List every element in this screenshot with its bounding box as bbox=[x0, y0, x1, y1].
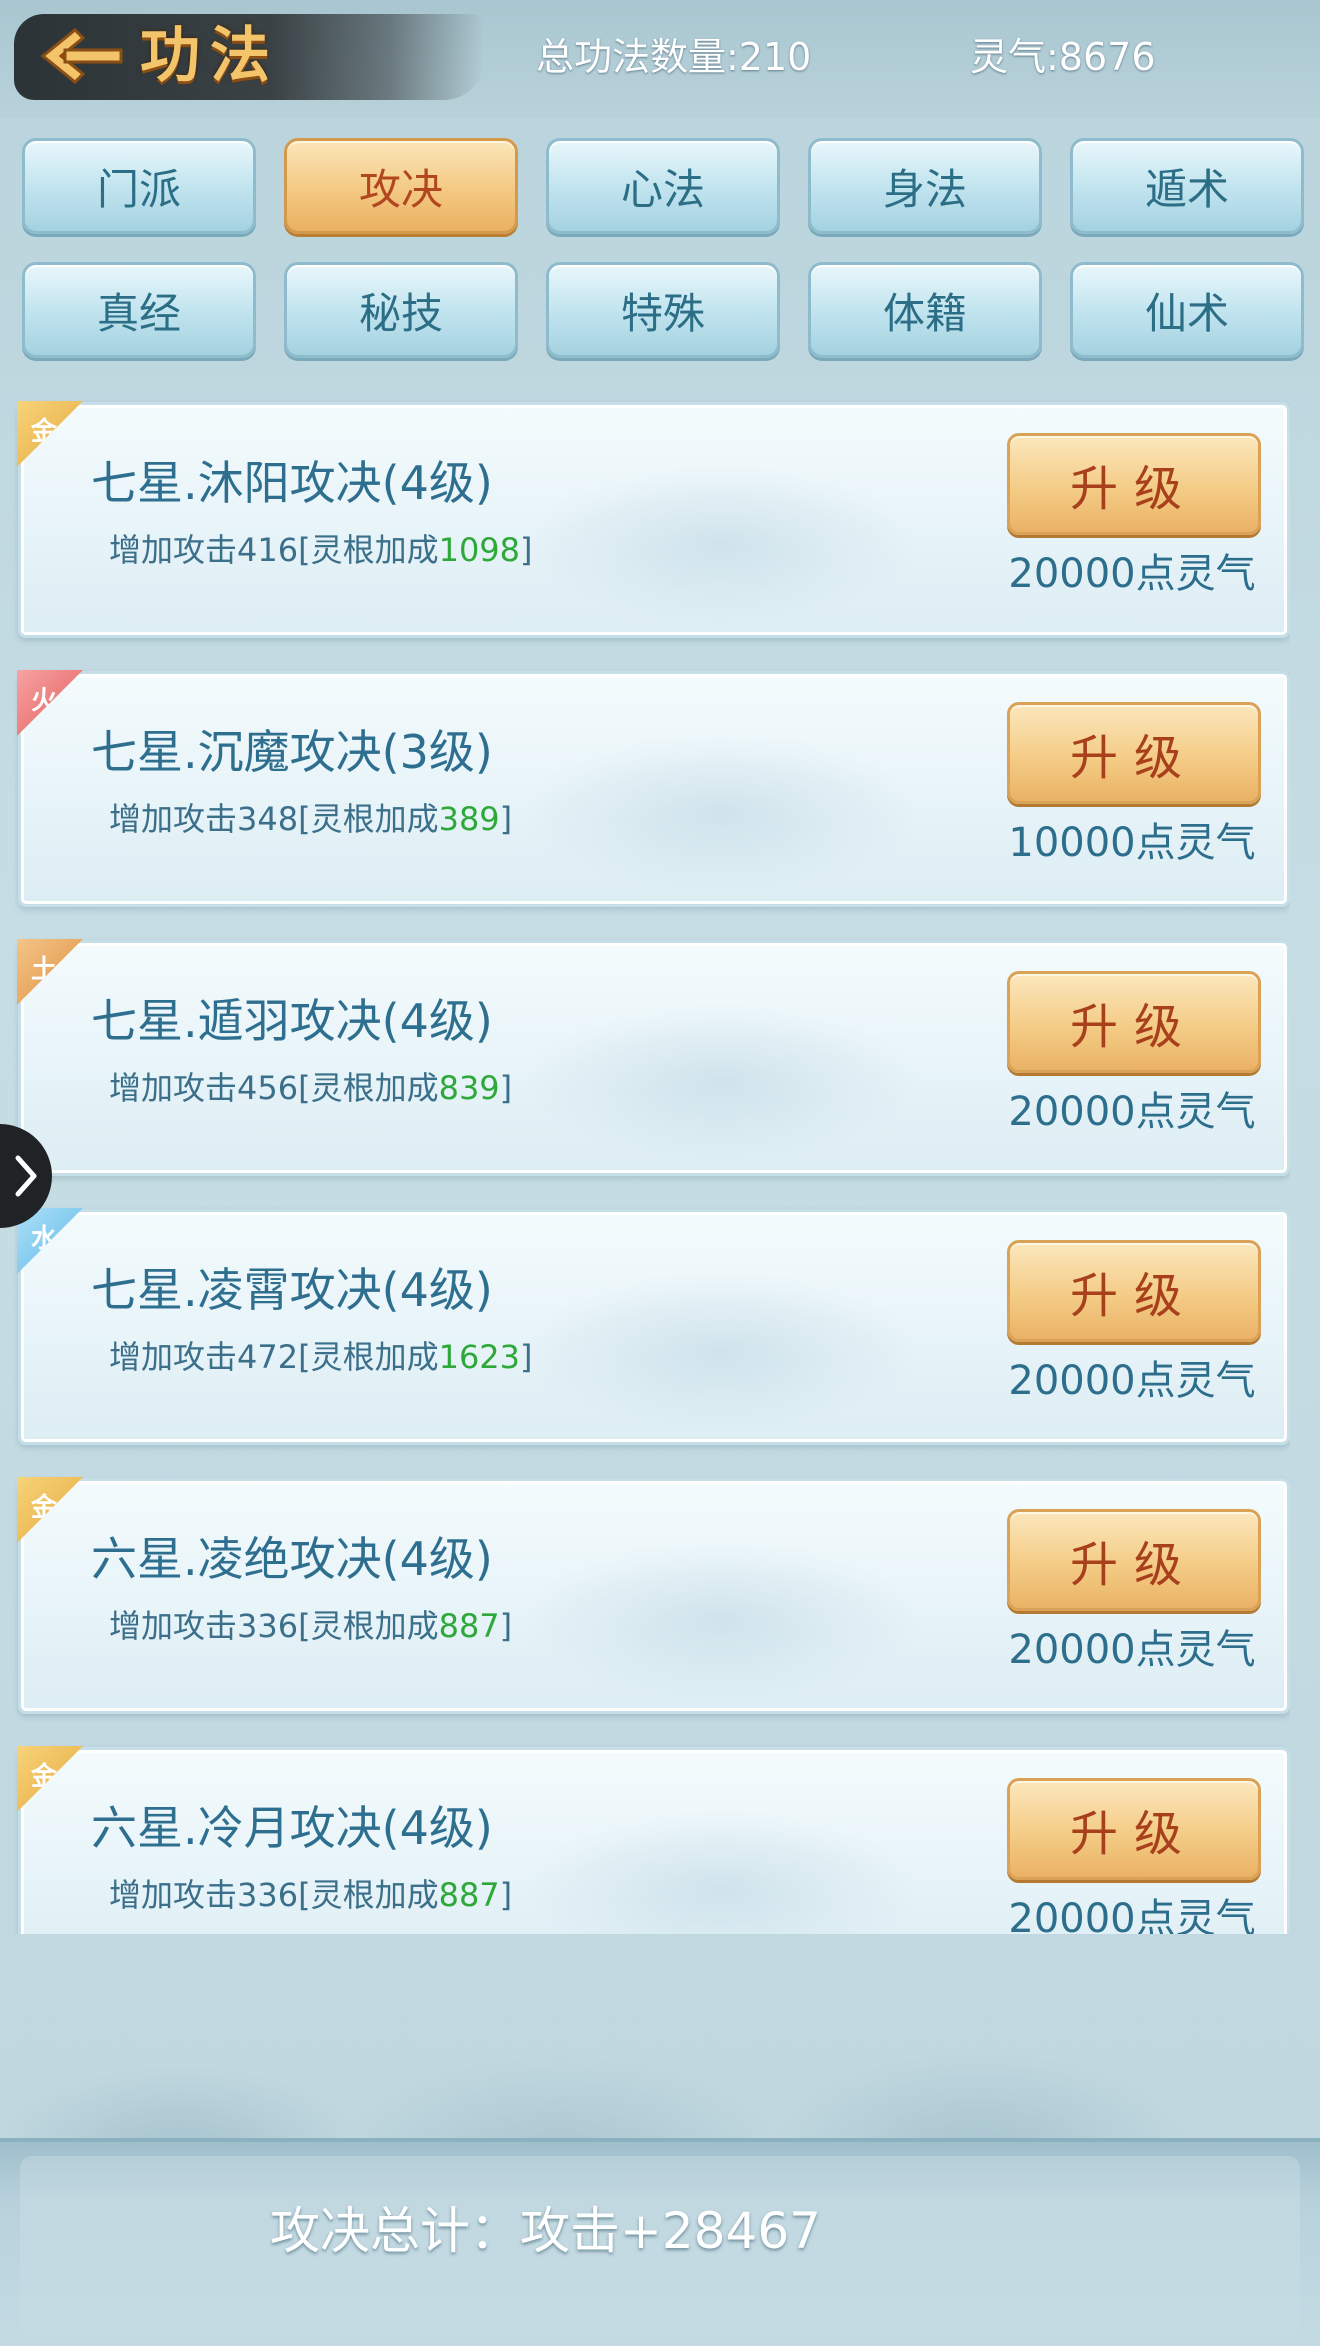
skill-card: 金 六星.冷月攻决(4级) 增加攻击336[灵根加成887] 升级 20000点… bbox=[17, 1746, 1290, 1934]
skill-name: 七星.遁羽攻决(4级) bbox=[91, 994, 493, 1048]
tab-menpai[interactable]: 门派 bbox=[22, 138, 256, 234]
desc-text: 增加攻击336[灵根加成 bbox=[109, 1876, 439, 1914]
desc-text: 增加攻击416[灵根加成 bbox=[109, 531, 439, 569]
desc-suffix: ] bbox=[499, 1069, 513, 1107]
upgrade-cost: 20000点灵气 bbox=[1008, 1627, 1256, 1673]
element-label: 水 bbox=[31, 1224, 58, 1254]
upgrade-cost: 20000点灵气 bbox=[1008, 1089, 1256, 1135]
element-badge: 火 bbox=[17, 670, 83, 736]
upgrade-cost: 20000点灵气 bbox=[1008, 1358, 1256, 1404]
desc-suffix: ] bbox=[499, 800, 513, 838]
tab-teshu[interactable]: 特殊 bbox=[546, 262, 780, 358]
card-mist bbox=[521, 465, 921, 625]
skill-card: 金 六星.凌绝攻决(4级) 增加攻击336[灵根加成887] 升级 20000点… bbox=[17, 1477, 1290, 1714]
tab-miji[interactable]: 秘技 bbox=[284, 262, 518, 358]
element-label: 金 bbox=[31, 1493, 58, 1523]
back-button[interactable] bbox=[30, 20, 130, 92]
skill-card: 土 七星.遁羽攻决(4级) 增加攻击456[灵根加成839] 升级 20000点… bbox=[17, 939, 1290, 1176]
upgrade-button[interactable]: 升级 bbox=[1007, 433, 1261, 535]
desc-suffix: ] bbox=[520, 531, 533, 569]
card-mist bbox=[521, 1810, 921, 1934]
upgrade-button[interactable]: 升级 bbox=[1007, 1240, 1261, 1342]
element-badge: 金 bbox=[17, 1477, 83, 1543]
desc-suffix: ] bbox=[499, 1876, 513, 1914]
element-badge: 金 bbox=[17, 401, 83, 467]
element-badge: 金 bbox=[17, 1746, 83, 1812]
upgrade-button[interactable]: 升级 bbox=[1007, 1778, 1261, 1880]
tab-tiji[interactable]: 体籍 bbox=[808, 262, 1042, 358]
bonus-value: 389 bbox=[438, 800, 500, 838]
skill-desc: 增加攻击348[灵根加成389] bbox=[109, 794, 512, 840]
desc-text: 增加攻击456[灵根加成 bbox=[109, 1069, 439, 1107]
skill-desc: 增加攻击456[灵根加成839] bbox=[109, 1063, 512, 1109]
skill-name: 七星.凌霄攻决(4级) bbox=[91, 1263, 493, 1317]
tab-zhenjing[interactable]: 真经 bbox=[22, 262, 256, 358]
skill-name: 七星.沉魔攻决(3级) bbox=[91, 725, 493, 779]
chevron-right-icon bbox=[15, 1155, 37, 1197]
tab-shenfa[interactable]: 身法 bbox=[808, 138, 1042, 234]
upgrade-cost: 20000点灵气 bbox=[1008, 1896, 1256, 1934]
skill-card: 水 七星.凌霄攻决(4级) 增加攻击472[灵根加成1623] 升级 20000… bbox=[17, 1208, 1290, 1445]
tab-dunshu[interactable]: 遁术 bbox=[1070, 138, 1304, 234]
skill-name: 六星.凌绝攻决(4级) bbox=[91, 1532, 493, 1586]
element-label: 金 bbox=[31, 1762, 58, 1792]
skill-desc: 增加攻击472[灵根加成1623] bbox=[109, 1332, 533, 1378]
element-badge: 土 bbox=[17, 939, 83, 1005]
bonus-value: 1098 bbox=[438, 531, 521, 569]
desc-suffix: ] bbox=[499, 1607, 513, 1645]
skill-list[interactable]: 金 七星.沐阳攻决(4级) 增加攻击416[灵根加成1098] 升级 20000… bbox=[14, 394, 1290, 1934]
desc-suffix: ] bbox=[520, 1338, 533, 1376]
skill-desc: 增加攻击336[灵根加成887] bbox=[109, 1870, 512, 1916]
upgrade-button[interactable]: 升级 bbox=[1007, 702, 1261, 804]
bonus-value: 839 bbox=[438, 1069, 500, 1107]
element-label: 火 bbox=[31, 686, 58, 716]
total-skills-count: 总功法数量:210 bbox=[536, 35, 812, 79]
skill-desc: 增加攻击336[灵根加成887] bbox=[109, 1601, 512, 1647]
background-mountains bbox=[0, 1930, 1320, 2150]
skill-name: 七星.沐阳攻决(4级) bbox=[91, 456, 493, 510]
card-mist bbox=[521, 1003, 921, 1163]
skill-card: 金 七星.沐阳攻决(4级) 增加攻击416[灵根加成1098] 升级 20000… bbox=[17, 401, 1290, 638]
upgrade-cost: 20000点灵气 bbox=[1008, 551, 1256, 597]
card-mist bbox=[521, 1541, 921, 1701]
element-label: 金 bbox=[31, 417, 58, 447]
gongjue-total: 攻决总计：攻击+28467 bbox=[270, 2202, 821, 2260]
desc-text: 增加攻击336[灵根加成 bbox=[109, 1607, 439, 1645]
element-label: 土 bbox=[31, 955, 58, 985]
category-tabs: 门派 攻决 心法 身法 遁术 真经 秘技 特殊 体籍 仙术 bbox=[22, 138, 1304, 364]
page-title: 功法 bbox=[140, 21, 280, 91]
desc-text: 增加攻击472[灵根加成 bbox=[109, 1338, 439, 1376]
upgrade-cost: 10000点灵气 bbox=[1008, 820, 1256, 866]
skill-card: 火 七星.沉魔攻决(3级) 增加攻击348[灵根加成389] 升级 10000点… bbox=[17, 670, 1290, 907]
back-arrow-icon bbox=[40, 27, 123, 85]
upgrade-button[interactable]: 升级 bbox=[1007, 971, 1261, 1073]
desc-text: 增加攻击348[灵根加成 bbox=[109, 800, 439, 838]
tab-xinfa[interactable]: 心法 bbox=[546, 138, 780, 234]
skill-desc: 增加攻击416[灵根加成1098] bbox=[109, 525, 533, 571]
skill-name: 六星.冷月攻决(4级) bbox=[91, 1801, 493, 1855]
bonus-value: 887 bbox=[438, 1607, 500, 1645]
upgrade-button[interactable]: 升级 bbox=[1007, 1509, 1261, 1611]
qi-amount: 灵气:8676 bbox=[970, 35, 1156, 79]
tab-xianshu[interactable]: 仙术 bbox=[1070, 262, 1304, 358]
card-mist bbox=[521, 734, 921, 894]
bonus-value: 887 bbox=[438, 1876, 500, 1914]
tab-gongjue[interactable]: 攻决 bbox=[284, 138, 518, 234]
header-bar: 功法 总功法数量:210 灵气:8676 bbox=[0, 0, 1320, 118]
bonus-value: 1623 bbox=[438, 1338, 521, 1376]
card-mist bbox=[521, 1272, 921, 1432]
